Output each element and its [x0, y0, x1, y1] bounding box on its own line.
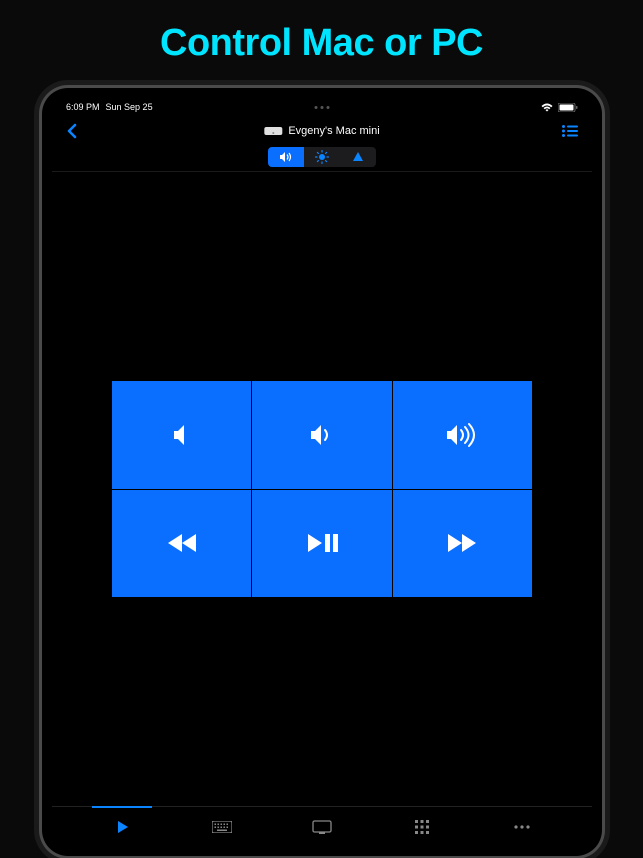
ipad-screen: 6:09 PM Sun Sep 25 Evgeny's Mac — [52, 98, 592, 846]
segment-cursor[interactable] — [340, 147, 376, 167]
mute-button[interactable] — [112, 381, 251, 489]
control-grid — [112, 381, 532, 597]
marketing-title: Control Mac or PC — [0, 0, 643, 83]
nav-title: Evgeny's Mac mini — [264, 125, 379, 137]
device-name: Evgeny's Mac mini — [288, 125, 379, 137]
list-button[interactable] — [562, 125, 578, 137]
tab-apps[interactable] — [372, 807, 472, 846]
status-multitask-dots[interactable] — [315, 106, 330, 109]
volume-down-button[interactable] — [252, 381, 391, 489]
segment-volume[interactable] — [268, 147, 304, 167]
ipad-frame: 6:09 PM Sun Sep 25 Evgeny's Mac — [42, 88, 602, 856]
tab-keyboard[interactable] — [172, 807, 272, 846]
volume-up-button[interactable] — [393, 381, 532, 489]
mac-mini-icon — [264, 127, 282, 135]
segment-brightness[interactable] — [304, 147, 340, 167]
tab-play[interactable] — [72, 807, 172, 846]
status-date: Sun Sep 25 — [106, 102, 153, 112]
back-button[interactable] — [66, 123, 77, 139]
play-pause-button[interactable] — [252, 490, 391, 598]
tab-more[interactable] — [472, 807, 572, 846]
status-bar: 6:09 PM Sun Sep 25 — [52, 98, 592, 116]
segment-control — [52, 146, 592, 172]
battery-icon — [558, 103, 578, 112]
status-time: 6:09 PM — [66, 102, 100, 112]
forward-button[interactable] — [393, 490, 532, 598]
tab-display[interactable] — [272, 807, 372, 846]
rewind-button[interactable] — [112, 490, 251, 598]
nav-bar: Evgeny's Mac mini — [52, 116, 592, 146]
wifi-icon — [541, 103, 553, 112]
tab-bar — [52, 806, 592, 846]
main-area — [52, 172, 592, 806]
